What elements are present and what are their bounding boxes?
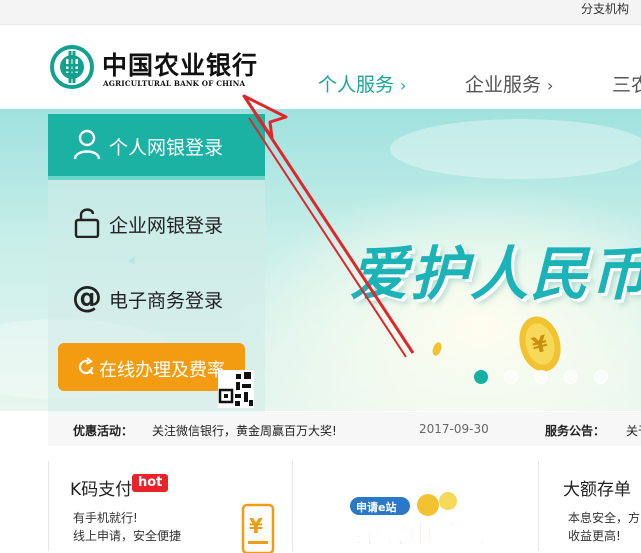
large-deposit-desc-2: 收益更高! <box>568 529 621 543</box>
large-deposit-desc-1: 本息安全，方 <box>568 511 641 525</box>
activity-link[interactable]: 关注微信银行，黄金周赢百万大奖! <box>152 422 337 439</box>
notice-label: 服务公告： <box>545 424 606 438</box>
nav-corporate-services[interactable]: 企业服务 › <box>465 70 553 97</box>
carousel-dot-3[interactable] <box>534 370 548 384</box>
phone-payment-icon: ¥ <box>241 503 275 553</box>
bank-name-cn: 中国农业银行 <box>102 51 259 80</box>
online-service-label: 在线办理及费率 <box>99 360 225 381</box>
kcode-title[interactable]: K码支付 <box>70 475 132 500</box>
header: 中国农业银行 AGRICULTURAL BANK OF CHINA 个人服务 › … <box>0 25 641 109</box>
carousel-dot-1[interactable] <box>474 370 488 384</box>
banner-slogan: 爱护人民币 <box>350 240 641 308</box>
hot-badge: hot <box>132 474 169 492</box>
user-icon <box>73 129 101 160</box>
personal-login-button[interactable]: 个人网银登录 <box>48 114 265 180</box>
login-panel: 个人网银登录 企业网银登录 @ 电子商务登录 在线办理及费率 <box>48 114 265 412</box>
corporate-login-button[interactable]: 企业网银登录 <box>48 192 265 252</box>
coin-promo-text: 纪念币预约 <box>356 519 486 550</box>
nav-personal-services[interactable]: 个人服务 › <box>318 70 406 97</box>
chevron-right-icon: › <box>547 76 554 95</box>
nav-agriculture-label: 三农 <box>612 74 641 96</box>
carousel-dot-5[interactable] <box>594 370 608 384</box>
large-deposit-title[interactable]: 大额存单 <box>563 475 631 500</box>
notice-link[interactable]: 关于 <box>626 422 641 439</box>
bank-name-en: AGRICULTURAL BANK OF CHINA <box>103 79 246 88</box>
nav-agriculture[interactable]: 三农 <box>612 70 641 97</box>
svg-text:@: @ <box>72 281 102 313</box>
ecommerce-login-button[interactable]: @ 电子商务登录 <box>48 267 265 327</box>
at-icon: @ <box>72 281 102 313</box>
commemorative-coin-promo[interactable]: 申请e站 纪念币预约 <box>348 491 508 551</box>
coin-promo-tag: 申请e站 <box>356 500 396 514</box>
chevron-right-icon: › <box>400 76 407 95</box>
svg-text:¥: ¥ <box>249 514 263 538</box>
activity-label: 优惠活动： <box>73 424 134 438</box>
notice-bar: 优惠活动： 关注微信银行，黄金周赢百万大奖! 2017-09-30 服务公告： … <box>48 412 641 446</box>
carousel-dot-4[interactable] <box>564 370 578 384</box>
product-cards: K码支付 hot 有手机就行! 线上申请，安全便捷 ¥ 申请e站 纪念币预约 大… <box>48 461 641 553</box>
activity-date: 2017-09-30 <box>419 422 489 436</box>
refresh-icon <box>78 357 94 375</box>
online-service-button[interactable]: 在线办理及费率 <box>58 343 245 391</box>
card-divider <box>292 461 293 551</box>
kcode-desc-1: 有手机就行! <box>73 511 138 525</box>
carousel-dot-2[interactable] <box>504 370 518 384</box>
bank-logo[interactable]: 中国农业银行 AGRICULTURAL BANK OF CHINA <box>50 45 270 91</box>
lock-icon <box>74 208 100 238</box>
personal-login-label: 个人网银登录 <box>109 137 224 159</box>
card-divider <box>48 461 49 551</box>
abc-emblem-icon <box>50 45 94 89</box>
top-bar: 分支机构 <box>0 0 641 25</box>
corporate-login-label: 企业网银登录 <box>109 215 224 237</box>
kcode-desc-2: 线上申请，安全便捷 <box>73 529 182 543</box>
nav-corporate-label: 企业服务 <box>465 74 542 96</box>
branch-offices-link[interactable]: 分支机构 <box>581 0 629 18</box>
ecommerce-login-label: 电子商务登录 <box>109 290 224 312</box>
nav-personal-label: 个人服务 <box>318 74 395 96</box>
qr-code-icon[interactable] <box>218 370 254 408</box>
card-divider <box>538 461 539 551</box>
